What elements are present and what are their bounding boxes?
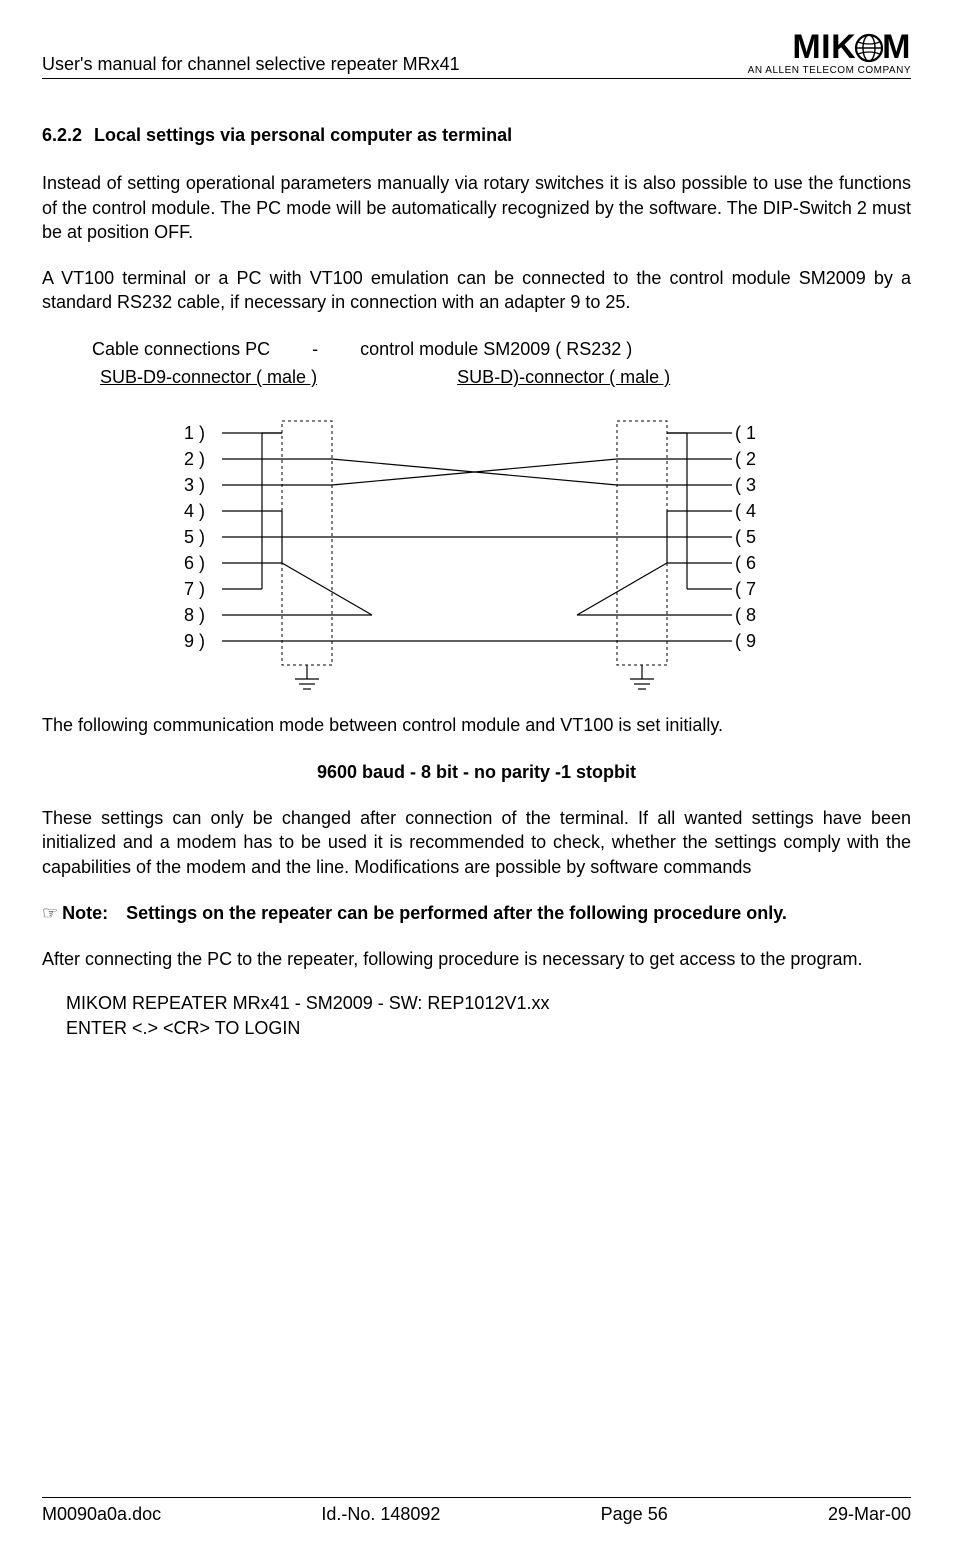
page: User's manual for channel selective repe… [0,0,953,1552]
connector-right: SUB-D)-connector ( male ) [457,367,670,387]
pin-right-7: ( 7 [735,579,756,599]
cable-heading-line2: SUB-D9-connector ( male ) SUB-D)-connect… [42,365,911,389]
section-heading: 6.2.2 Local settings via personal compute… [42,123,911,147]
pin-left-7: 7 ) [184,579,205,599]
cable-right: control module SM2009 ( RS232 ) [360,339,632,359]
comm-mode-line: 9600 baud - 8 bit - no parity -1 stopbit [42,760,911,784]
note-label: Note: [62,901,108,925]
connector-left: SUB-D9-connector ( male ) [100,367,317,387]
pin-right-4: ( 4 [735,501,756,521]
pin-left-9: 9 ) [184,631,205,651]
note-text: Settings on the repeater can be performe… [126,901,911,925]
pin-left-1: 1 ) [184,423,205,443]
pin-left-4: 4 ) [184,501,205,521]
logo-wordmark: MIK M [792,30,911,64]
company-logo: MIK M AN ALLEN TELECOM COMPANY [748,30,911,76]
wiring-diagram: 1 ) 2 ) 3 ) 4 ) 5 ) 6 ) 7 ) 8 ) 9 ) ( 1 … [42,407,911,697]
terminal-line-1: MIKOM REPEATER MRx41 - SM2009 - SW: REP1… [66,991,911,1015]
pin-left-5: 5 ) [184,527,205,547]
section-number: 6.2.2 [42,123,82,147]
page-footer: M0090a0a.doc Id.-No. 148092 Page 56 29-M… [42,1497,911,1526]
intro-paragraph-1: Instead of setting operational parameter… [42,171,911,244]
cable-separator: - [275,337,355,361]
pin-right-1: ( 1 [735,423,756,443]
logo-text-right: M [882,30,911,64]
pin-right-5: ( 5 [735,527,756,547]
access-paragraph: After connecting the PC to the repeater,… [42,947,911,971]
page-header: User's manual for channel selective repe… [42,30,911,79]
terminal-line-2: ENTER <.> <CR> TO LOGIN [66,1016,911,1040]
logo-tagline: AN ALLEN TELECOM COMPANY [748,66,911,76]
pin-left-6: 6 ) [184,553,205,573]
pin-right-8: ( 8 [735,605,756,625]
globe-icon [854,33,884,63]
footer-page: Page 56 [601,1502,668,1526]
pin-right-2: ( 2 [735,449,756,469]
settings-paragraph: These settings can only be changed after… [42,806,911,879]
pin-left-2: 2 ) [184,449,205,469]
cable-left: Cable connections PC [92,339,270,359]
pin-right-9: ( 9 [735,631,756,651]
pin-right-3: ( 3 [735,475,756,495]
intro-paragraph-2: A VT100 terminal or a PC with VT100 emul… [42,266,911,315]
section-title: Local settings via personal computer as … [94,125,512,145]
header-title: User's manual for channel selective repe… [42,52,460,76]
cable-heading-line1: Cable connections PC - control module SM… [42,337,911,361]
footer-id: Id.-No. 148092 [321,1502,440,1526]
terminal-output: MIKOM REPEATER MRx41 - SM2009 - SW: REP1… [42,991,911,1040]
footer-date: 29-Mar-00 [828,1502,911,1526]
logo-text-left: MIK [792,30,856,64]
footer-filename: M0090a0a.doc [42,1502,161,1526]
pin-left-3: 3 ) [184,475,205,495]
pin-left-8: 8 ) [184,605,205,625]
pointing-hand-icon: ☞ [42,901,58,925]
pin-right-6: ( 6 [735,553,756,573]
note-block: ☞ Note: Settings on the repeater can be … [42,901,911,925]
comm-intro: The following communication mode between… [42,713,911,737]
